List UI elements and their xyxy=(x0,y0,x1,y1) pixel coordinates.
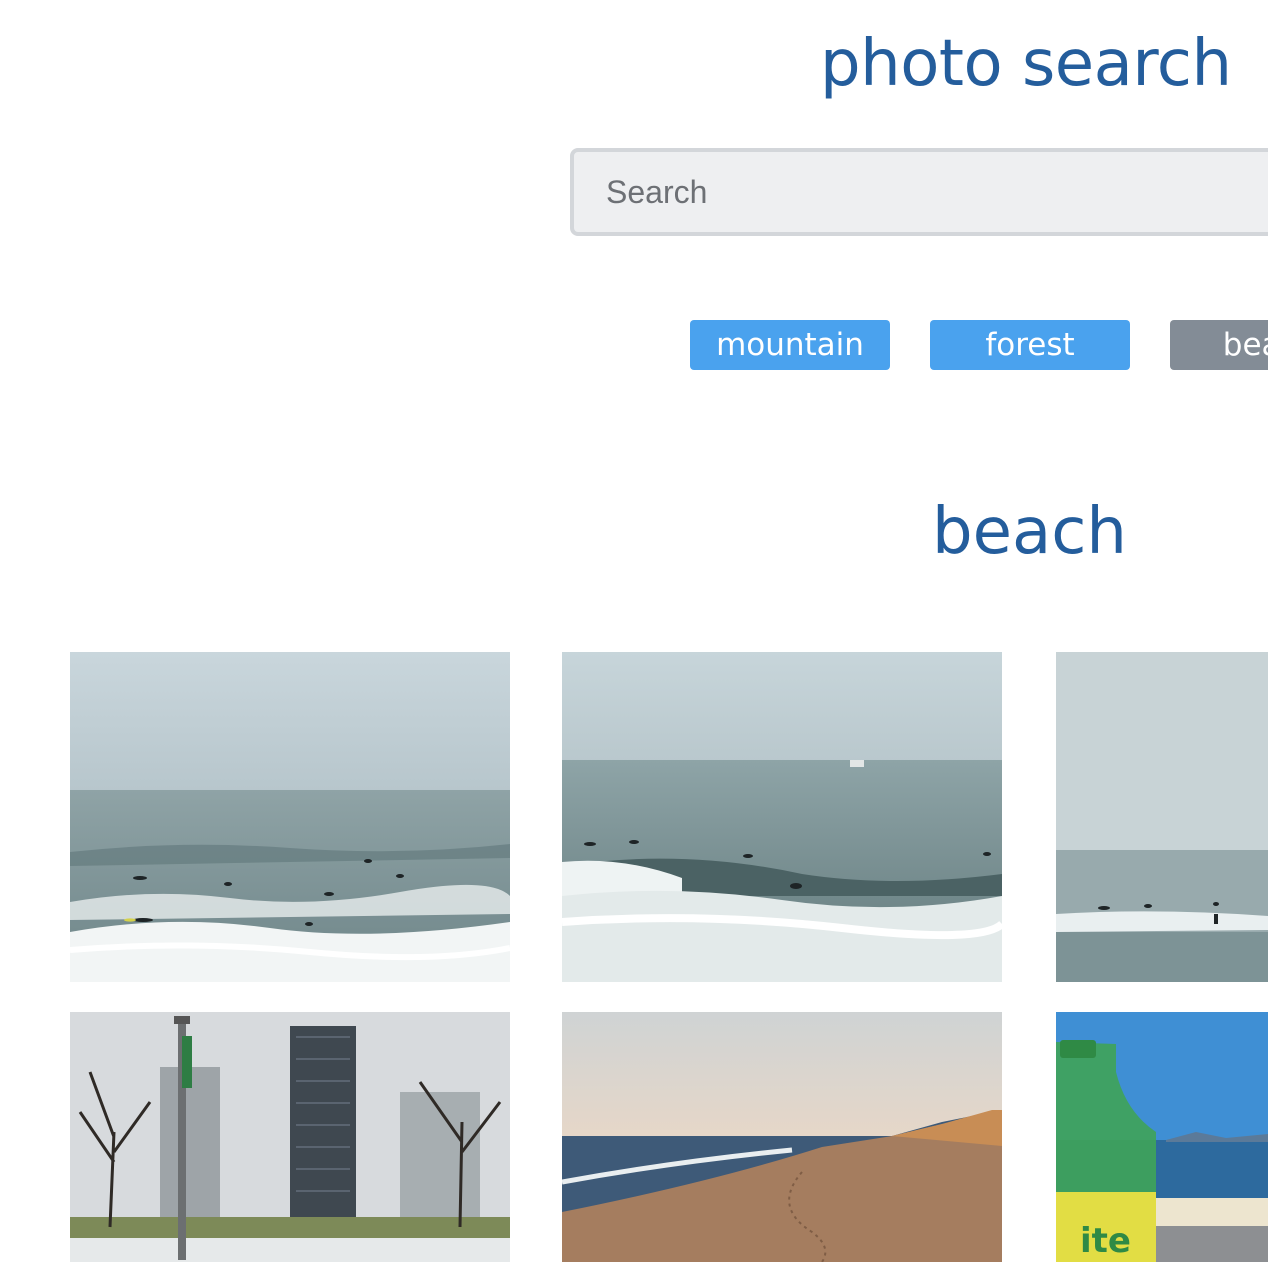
tag-button-beach[interactable]: beach xyxy=(1170,320,1268,370)
gallery-title: beach xyxy=(932,495,1127,569)
tag-button-mountain[interactable]: mountain xyxy=(690,320,890,370)
search-input[interactable] xyxy=(570,148,1268,236)
photo-thumbnail-city-park-towers[interactable] xyxy=(70,1012,510,1262)
photo-thumbnail-surfers-waves[interactable] xyxy=(70,652,510,982)
photo-search-page: photo search mountain forest beach beach xyxy=(0,0,1268,1262)
svg-text:ite: ite xyxy=(1080,1221,1131,1261)
photo-thumbnail-soda-bottle-sea[interactable]: ite xyxy=(1056,1012,1268,1262)
app-title: photo search xyxy=(820,27,1232,101)
tag-button-forest[interactable]: forest xyxy=(930,320,1130,370)
photo-thumbnail-surfers-breaking-wave[interactable] xyxy=(562,652,1002,982)
photo-thumbnail-sandy-beach-footprints[interactable] xyxy=(562,1012,1002,1262)
photo-thumbnail-surfers-calm-sea[interactable] xyxy=(1056,652,1268,982)
